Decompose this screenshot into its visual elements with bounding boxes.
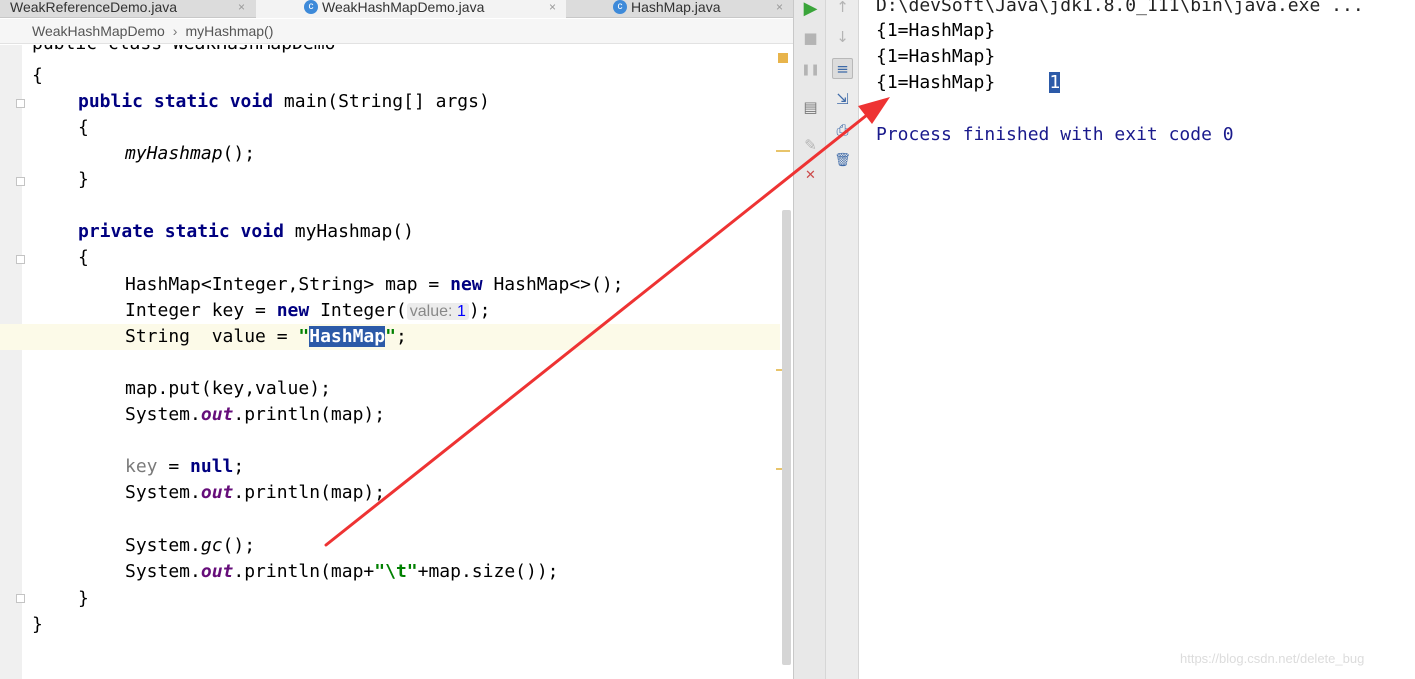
parameter-hint: value: 1 <box>406 303 469 320</box>
selected-text: 1 <box>1049 72 1061 93</box>
tab-weakreferencedemo[interactable]: WeakReferenceDemo.java × <box>0 0 255 18</box>
code-line-map-put: map.put(key,value); <box>125 378 331 399</box>
code-line-println: System.out.println(map); <box>125 482 386 503</box>
close-icon[interactable]: × <box>549 0 556 14</box>
editor-tab-bar: WeakReferenceDemo.java × c WeakHashMapDem… <box>0 0 793 18</box>
code-line-hashmap-new: HashMap<Integer,String> map = new HashMa… <box>125 274 624 295</box>
code-line-brace: { <box>78 117 89 138</box>
watermark: https://blog.csdn.net/delete_bug <box>1180 651 1365 666</box>
stop-icon[interactable]: ■ <box>800 28 821 49</box>
console-output-line: {1=HashMap} <box>876 20 996 41</box>
code-line-gc: System.gc(); <box>125 535 256 556</box>
java-class-icon: c <box>613 0 627 14</box>
code-line-println-size: System.out.println(map+"\t"+map.size()); <box>125 561 559 582</box>
code-line-key-null: key = null; <box>125 456 245 477</box>
print-icon[interactable]: ⎙ <box>832 120 853 141</box>
tab-label: WeakReferenceDemo.java <box>10 0 178 15</box>
warning-stripe[interactable] <box>776 150 790 152</box>
console-output-line: {1=HashMap} 1 <box>876 72 1061 93</box>
code-editor[interactable]: public class WeakHashMapDemo { public st… <box>0 45 793 679</box>
console-exit-message: Process finished with exit code 0 <box>876 124 1234 145</box>
console-output-line: {1=HashMap} <box>876 46 996 67</box>
close-icon[interactable]: ✕ <box>800 165 821 186</box>
tab-weakhashmapdemo[interactable]: c WeakHashMapDemo.java × <box>256 0 566 18</box>
fold-marker[interactable] <box>16 99 25 108</box>
fold-marker[interactable] <box>16 255 25 264</box>
pin-icon[interactable]: ✎ <box>800 135 821 156</box>
scroll-to-end-icon[interactable]: ⇲ <box>832 89 853 110</box>
breadcrumb-method[interactable]: myHashmap() <box>185 23 273 39</box>
code-line-string-value: String value = "HashMap"; <box>125 326 407 347</box>
down-arrow-icon[interactable]: ↓ <box>832 27 853 48</box>
code-line-open-brace: { <box>32 65 43 86</box>
close-icon[interactable]: × <box>776 0 783 14</box>
fold-marker[interactable] <box>16 177 25 186</box>
close-icon[interactable]: × <box>238 0 245 14</box>
tab-label: WeakHashMapDemo.java <box>322 0 485 15</box>
pause-icon[interactable]: ❚❚ <box>800 59 821 80</box>
code-line-println: System.out.println(map); <box>125 404 386 425</box>
code-line-class-decl: public class WeakHashMapDemo <box>32 45 335 57</box>
fold-marker[interactable] <box>16 594 25 603</box>
trash-icon[interactable]: 🗑 <box>832 150 853 171</box>
code-line-integer-key: Integer key = new Integer(value: 1); <box>125 300 491 321</box>
analysis-status-marker[interactable] <box>778 53 788 63</box>
console-command-line[interactable]: D:\devSoft\Java\jdk1.8.0_111\bin\java.ex… <box>876 0 1364 19</box>
code-line-brace: } <box>78 588 89 609</box>
layout-icon[interactable]: ▤ <box>800 97 821 118</box>
code-line-brace: { <box>78 247 89 268</box>
code-line-class-close: } <box>32 614 43 635</box>
breadcrumb-separator: › <box>172 23 178 39</box>
code-line-main-decl: public static void main(String[] args) <box>78 91 490 112</box>
run-icon[interactable]: ▶ <box>800 0 821 19</box>
tab-hashmap[interactable]: c HashMap.java × <box>567 0 793 18</box>
breadcrumb-class[interactable]: WeakHashMapDemo <box>32 23 165 39</box>
java-class-icon: c <box>304 0 318 14</box>
code-line-myhashmap-decl: private static void myHashmap() <box>78 221 414 242</box>
up-arrow-icon[interactable]: ↑ <box>832 0 853 18</box>
code-line-call-myhashmap: myHashmap(); <box>125 143 256 164</box>
breadcrumb: WeakHashMapDemo › myHashmap() <box>0 19 793 44</box>
editor-scrollbar[interactable] <box>782 210 791 665</box>
run-toolbar-right: ↑ ↓ ≡ ⇲ ⎙ 🗑 <box>826 0 859 679</box>
run-toolbar-left: ▶ ■ ❚❚ ▤ ✎ ✕ <box>793 0 826 679</box>
selected-text: HashMap <box>309 326 386 347</box>
run-console[interactable]: D:\devSoft\Java\jdk1.8.0_111\bin\java.ex… <box>860 0 1415 679</box>
editor-gutter <box>0 45 22 679</box>
tab-label: HashMap.java <box>631 0 721 15</box>
soft-wrap-icon[interactable]: ≡ <box>832 58 853 79</box>
code-line-brace: } <box>78 169 89 190</box>
